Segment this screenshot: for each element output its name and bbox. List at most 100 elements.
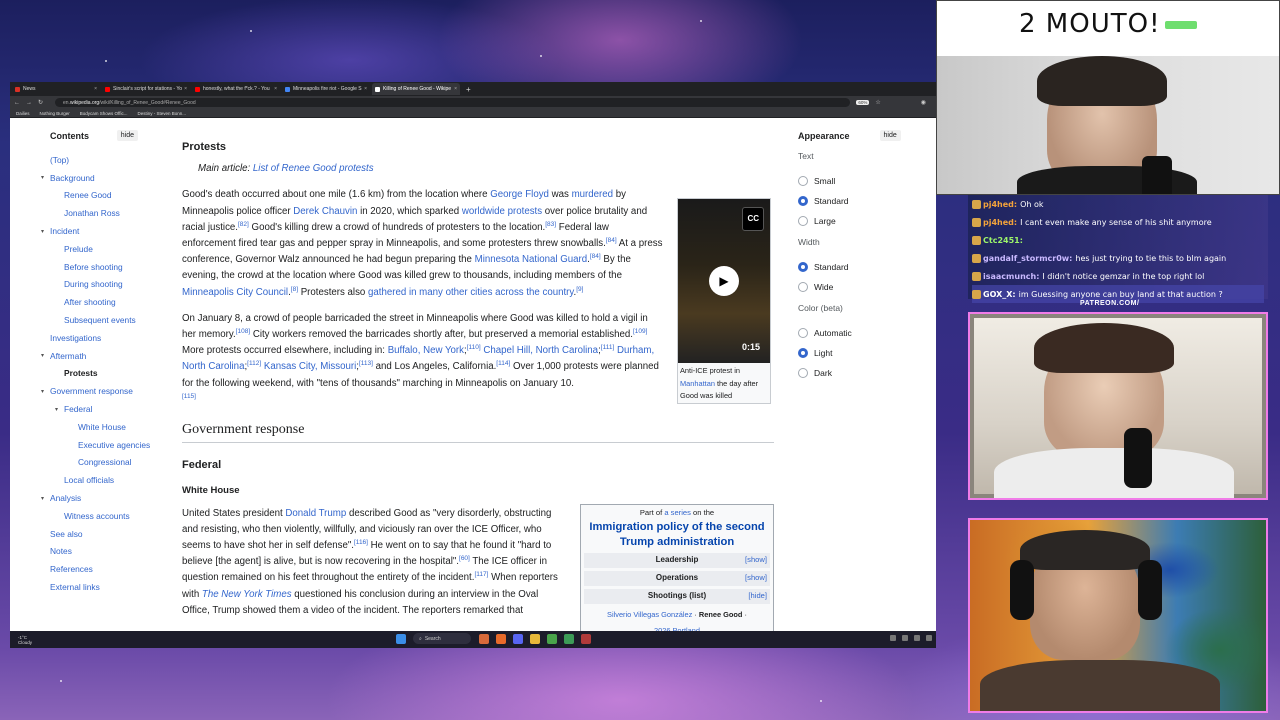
link-donald-trump[interactable]: Donald Trump: [285, 508, 346, 519]
link-nyt[interactable]: The New York Times: [202, 589, 292, 600]
chat-username[interactable]: Ctc2451:: [983, 236, 1023, 245]
bookmark-item[interactable]: Destiny - Steven Bonn...: [137, 111, 186, 116]
zoom-indicator[interactable]: 60%: [856, 100, 870, 105]
infobox-toggle[interactable]: [hide]: [748, 588, 767, 604]
toc-item[interactable]: See also: [50, 525, 170, 543]
ref[interactable]: [110]: [467, 344, 481, 351]
browser-tab[interactable]: honestly, what the f*ck.? - You ×: [192, 83, 280, 95]
chat-username[interactable]: gandalf_stormcr0w:: [983, 254, 1072, 263]
link-george-floyd[interactable]: George Floyd: [490, 189, 549, 200]
toc-item[interactable]: Jonathan Ross: [50, 204, 170, 222]
play-icon[interactable]: ▶: [709, 266, 739, 296]
toc-item[interactable]: External links: [50, 578, 170, 596]
browser-icon[interactable]: [496, 633, 506, 644]
radio-option[interactable]: Small: [798, 171, 918, 191]
radio-option[interactable]: Wide: [798, 277, 918, 297]
infobox-toggle[interactable]: [show]: [745, 570, 767, 586]
ref[interactable]: [114]: [496, 360, 510, 367]
link-buffalo[interactable]: Buffalo, New York: [388, 345, 464, 356]
ref[interactable]: [8]: [291, 285, 298, 293]
toc-item[interactable]: Prelude: [50, 240, 170, 258]
app-icon[interactable]: [581, 633, 591, 644]
main-article-link[interactable]: List of Renee Good protests: [253, 163, 374, 174]
app-icon[interactable]: [547, 633, 557, 644]
toc-item[interactable]: Witness accounts: [50, 507, 170, 525]
bookmark-item[interactable]: Nothing Burger: [40, 111, 70, 116]
appearance-hide-button[interactable]: hide: [879, 130, 901, 141]
infobox-toggle[interactable]: [show]: [745, 552, 767, 568]
closed-captions-badge[interactable]: CC: [742, 207, 764, 232]
toc-item[interactable]: After shooting: [50, 293, 170, 311]
link-murdered[interactable]: murdered: [572, 189, 613, 200]
link-other-cities[interactable]: gathered in many other cities across the…: [368, 287, 574, 298]
bookmark-item[interactable]: Bodycam Shows Offic...: [80, 111, 128, 116]
radio-button[interactable]: [798, 216, 808, 226]
close-icon[interactable]: ×: [454, 86, 457, 92]
link-worldwide-protests[interactable]: worldwide protests: [462, 206, 542, 217]
radio-button[interactable]: [798, 196, 808, 206]
chevron-down-icon[interactable]: ▾: [55, 406, 63, 413]
radio-button[interactable]: [798, 262, 808, 272]
link-chapel-hill[interactable]: Chapel Hill, North Carolina: [483, 345, 598, 356]
close-icon[interactable]: ×: [364, 86, 367, 92]
star-icon[interactable]: ☆: [875, 99, 880, 106]
weather-widget[interactable]: -1°C Cloudy: [18, 635, 32, 645]
start-icon[interactable]: [396, 633, 406, 644]
close-icon[interactable]: ×: [274, 86, 277, 92]
ref[interactable]: [82]: [238, 221, 249, 228]
discord-icon[interactable]: [513, 633, 523, 644]
video-frame[interactable]: CC ▶ 0:15: [678, 199, 770, 363]
toc-item[interactable]: Renee Good: [50, 187, 170, 205]
chat-username[interactable]: pj4hed:: [983, 200, 1017, 209]
radio-option[interactable]: Automatic: [798, 323, 918, 343]
toc-item[interactable]: Protests: [50, 365, 170, 383]
radio-button[interactable]: [798, 176, 808, 186]
app-icon[interactable]: [479, 633, 489, 644]
toc-item[interactable]: ▾ Analysis: [41, 489, 170, 507]
chevron-down-icon[interactable]: ▾: [41, 388, 49, 395]
toc-item[interactable]: Local officials: [50, 471, 170, 489]
ref[interactable]: [108]: [236, 328, 250, 335]
new-tab-icon[interactable]: +: [466, 85, 471, 94]
link-silverio[interactable]: Silverio Villegas González: [607, 610, 692, 619]
toc-item[interactable]: ▾ Federal: [50, 400, 170, 418]
close-icon[interactable]: ×: [184, 86, 187, 92]
toc-hide-button[interactable]: hide: [116, 130, 138, 141]
chat-username[interactable]: pj4hed:: [983, 218, 1017, 227]
radio-option[interactable]: Light: [798, 343, 918, 363]
video-thumbnail[interactable]: CC ▶ 0:15 Anti-ICE protest in Manhattan …: [677, 198, 771, 404]
link-derek-chauvin[interactable]: Derek Chauvin: [293, 206, 357, 217]
radio-option[interactable]: Standard: [798, 191, 918, 211]
bookmark-item[interactable]: Dailies: [16, 111, 30, 116]
forward-icon[interactable]: →: [26, 100, 32, 106]
link-kansas-city[interactable]: Kansas City, Missouri: [264, 361, 356, 372]
chat-username[interactable]: GOX_X:: [983, 290, 1016, 299]
link-series[interactable]: a series: [664, 508, 691, 517]
ref[interactable]: [113]: [359, 360, 373, 367]
radio-option[interactable]: Standard: [798, 257, 918, 277]
chevron-down-icon[interactable]: ▾: [41, 228, 49, 235]
ref[interactable]: [115]: [182, 393, 196, 400]
chevron-down-icon[interactable]: ▾: [41, 174, 49, 181]
ref[interactable]: [109]: [633, 328, 647, 335]
radio-button[interactable]: [798, 348, 808, 358]
ref[interactable]: [117]: [474, 571, 488, 578]
toc-item[interactable]: Congressional: [50, 454, 170, 472]
ref[interactable]: [112]: [247, 360, 261, 367]
toc-item[interactable]: ▾ Background: [41, 169, 170, 187]
toc-item[interactable]: Executive agencies: [50, 436, 170, 454]
ref[interactable]: [9]: [576, 285, 583, 293]
system-tray[interactable]: [884, 635, 932, 641]
ref[interactable]: [60]: [459, 555, 470, 562]
toc-item[interactable]: ▾ Government response: [41, 382, 170, 400]
toc-item[interactable]: (Top): [50, 151, 170, 169]
chevron-down-icon[interactable]: ▾: [41, 352, 49, 359]
toc-item[interactable]: References: [50, 560, 170, 578]
toc-item[interactable]: Investigations: [50, 329, 170, 347]
browser-tab[interactable]: Killing of Renee Good - Wikipe ×: [372, 83, 460, 95]
toc-item[interactable]: Before shooting: [50, 258, 170, 276]
link-manhattan[interactable]: Manhattan: [680, 379, 715, 388]
extensions-icon[interactable]: ◉: [921, 99, 926, 106]
toc-item[interactable]: ▾ Aftermath: [41, 347, 170, 365]
ref[interactable]: [111]: [601, 344, 615, 351]
